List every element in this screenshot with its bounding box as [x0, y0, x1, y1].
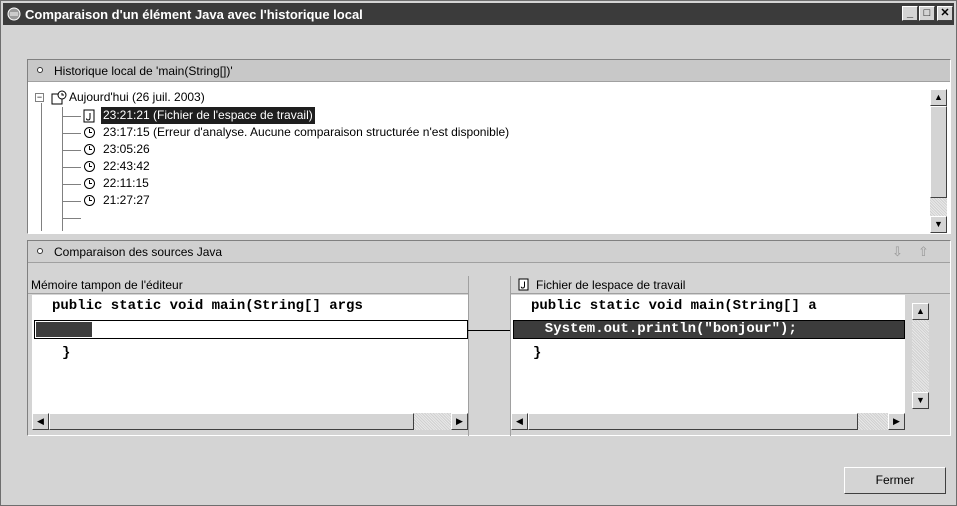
code-line: } — [62, 345, 71, 361]
clock-icon — [84, 178, 95, 189]
clock-icon — [84, 161, 95, 172]
title-bar[interactable]: Comparaison d'un élément Java avec l'his… — [3, 3, 954, 25]
scroll-right-icon[interactable]: ▶ — [451, 413, 468, 430]
right-pane-header: Fichier de lespace de travail — [511, 276, 950, 294]
compare-panel-title: Comparaison des sources Java — [54, 245, 223, 259]
code-line: public static void main(String[] args — [52, 298, 363, 314]
previous-change-icon[interactable]: ⇧ — [918, 244, 929, 260]
history-panel-title: Historique local de 'main(String[])' — [54, 64, 233, 78]
tree-collapse-icon[interactable]: − — [35, 93, 44, 102]
scroll-right-icon[interactable]: ▶ — [888, 413, 905, 430]
left-pane-title: Mémoire tampon de l'éditeur — [31, 278, 183, 292]
collapse-icon[interactable] — [37, 67, 43, 73]
history-panel-header: Historique local de 'main(String[])' — [28, 60, 950, 82]
scroll-up-icon[interactable]: ▲ — [930, 89, 947, 106]
minimize-button[interactable]: _ — [902, 6, 918, 21]
calendar-icon — [51, 90, 67, 105]
history-item-label: 22:11:15 — [103, 176, 149, 190]
java-file-icon — [518, 278, 529, 291]
clock-icon — [84, 144, 95, 155]
history-item-label: 23:05:26 — [103, 142, 150, 156]
code-line: } — [533, 345, 542, 361]
close-button[interactable]: Fermer — [844, 467, 946, 494]
diff-range — [34, 320, 468, 339]
diff-connector — [468, 330, 510, 331]
scroll-left-icon[interactable]: ◀ — [32, 413, 49, 430]
history-tree[interactable]: − Aujourd'hui (26 juil. 2003) 23:21:21 (… — [29, 89, 931, 231]
right-horizontal-scrollbar[interactable]: ◀ ▶ — [511, 413, 905, 430]
scrollbar-thumb[interactable] — [49, 413, 414, 430]
eclipse-icon — [7, 7, 21, 21]
left-pane-header: Mémoire tampon de l'éditeur — [28, 276, 468, 294]
scrollbar-thumb[interactable] — [528, 413, 858, 430]
history-item-label: 21:27:27 — [103, 193, 150, 207]
dialog-window: Comparaison d'un élément Java avec l'his… — [0, 0, 957, 506]
code-line: public static void main(String[] a — [531, 298, 817, 314]
scroll-up-icon[interactable]: ▲ — [912, 303, 929, 320]
history-item-label: 23:21:21 (Fichier de l'espace de travail… — [101, 107, 315, 124]
history-item-label: 22:43:42 — [103, 159, 150, 173]
history-scrollbar[interactable]: ▲ ▼ — [930, 89, 947, 233]
clock-icon — [84, 127, 95, 138]
maximize-button[interactable]: □ — [919, 6, 935, 21]
java-file-icon — [83, 109, 95, 123]
compare-panel-header: Comparaison des sources Java ⇩ ⇧ — [28, 241, 950, 263]
left-horizontal-scrollbar[interactable]: ◀ ▶ — [32, 413, 468, 430]
clock-icon — [84, 195, 95, 206]
tree-root-label: Aujourd'hui (26 juil. 2003) — [69, 90, 205, 104]
left-editor[interactable]: public static void main(String[] args } — [32, 295, 468, 413]
close-window-button[interactable]: ✕ — [937, 6, 953, 21]
diff-range: System.out.println("bonjour"); — [513, 320, 905, 339]
window-title: Comparaison d'un élément Java avec l'his… — [25, 7, 363, 22]
scrollbar-thumb[interactable] — [930, 106, 947, 198]
next-change-icon[interactable]: ⇩ — [892, 244, 903, 260]
right-pane-title: Fichier de lespace de travail — [536, 278, 686, 292]
right-editor[interactable]: public static void main(String[] a Syste… — [511, 295, 905, 413]
scroll-down-icon[interactable]: ▼ — [930, 216, 947, 233]
history-item-label: 23:17:15 (Erreur d'analyse. Aucune compa… — [103, 125, 510, 139]
scroll-down-icon[interactable]: ▼ — [912, 392, 929, 409]
collapse-icon[interactable] — [37, 248, 43, 254]
right-vertical-scrollbar[interactable]: ▲ ▼ — [912, 303, 929, 409]
scroll-left-icon[interactable]: ◀ — [511, 413, 528, 430]
code-line: System.out.println("bonjour"); — [528, 321, 797, 337]
